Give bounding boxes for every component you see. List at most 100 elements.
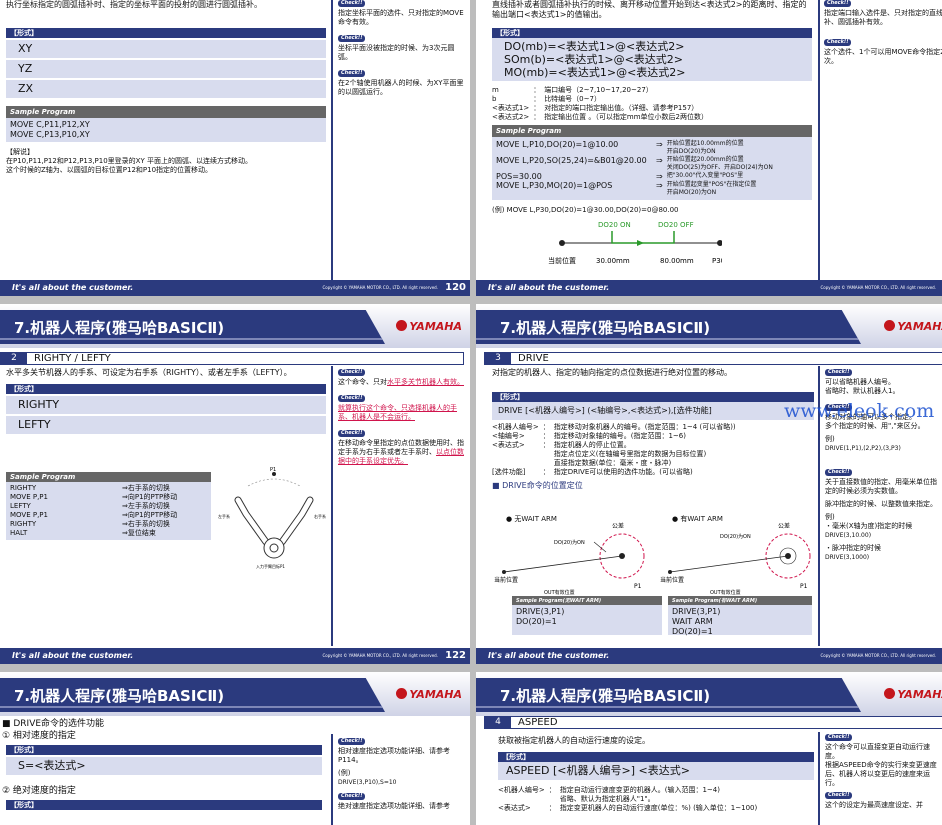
- absolute-speed-heading: ② 绝对速度的指定: [2, 786, 76, 796]
- explanation-line: 在P10,P11,P12和P12,P13,P10里登录的XY 平面上的圆弧、以连…: [6, 157, 252, 165]
- check-note: ・脉冲指定的时候: [825, 544, 881, 552]
- code-line: MOVE C,P13,P10,XY: [10, 130, 90, 139]
- param-name: <机器人编号>: [498, 786, 545, 794]
- end-point: [717, 240, 723, 246]
- page-title: 7.机器人程序(雅马哈BASICⅡ): [500, 319, 711, 337]
- check-badge: Check!!: [338, 70, 366, 77]
- param-name: [498, 795, 549, 804]
- check-note: 绝对速度指定选项功能详细、请参考: [338, 802, 450, 810]
- intro-text: 直线插补或者圆弧插补执行的时候、离开移动位置开始到达<表达式2>的距离时、指定的…: [492, 0, 807, 19]
- sample-program-box: DRIVE(3,P1) WAIT ARM DO(20)=1: [668, 605, 812, 636]
- page-title: 7.机器人程序(雅马哈BASICⅡ): [14, 687, 225, 705]
- check-note: 坐标平面没被指定的时候、为3次元圆弧。: [338, 44, 455, 61]
- parameter-table: <机器人编号>：指定自动运行速度变更的机器人。(输入范围：1~4) 省略、默认为…: [498, 786, 761, 813]
- out-valid-label: OUT有效位置: [544, 589, 575, 596]
- arrow-cell: ⇒: [122, 529, 128, 537]
- comment-cell: 开始位置起10.00mm的位置 开启DO(20)为ON: [667, 140, 777, 156]
- check-note: 这个命令、只对水平多关节机器人有效。: [338, 378, 466, 387]
- page-footer: It's all about the customer. Copyright ©…: [0, 280, 470, 296]
- param-row: <机器人编号>：指定自动运行速度变更的机器人。(输入范围：1~4): [498, 786, 761, 795]
- sample-row: MOVE P,P1 ⇒ 向P1的PTP移动: [10, 493, 177, 502]
- comment-cell: 复位结束: [127, 529, 156, 537]
- check-note: ・毫米(X轴为度)指定的时候: [825, 522, 913, 530]
- check-column: Check!! 这个命令、只对水平多关节机器人有效。 Check!! 就算执行这…: [338, 367, 466, 466]
- form-box: DRIVE [<机器人编号>] (<轴编号>,<表达式>),[选件功能]: [492, 402, 814, 420]
- param-sep: [543, 459, 554, 468]
- form-label: 【形式】: [6, 745, 322, 755]
- param-row: <机器人编号>：指定移动对象机器人的编号。(指定范围：1~4 (可以省略)): [492, 423, 740, 432]
- note-highlight: 水平多关节机器人有效。: [387, 378, 464, 386]
- param-name: <轴编号>: [492, 432, 525, 440]
- intro-text: 水平多关节机器人的手系、可设定为右手系（RIGHTY）、或者左手系（LEFTY）…: [6, 368, 292, 377]
- param-row: 直接指定数据(单位：毫米・度・脉冲): [492, 459, 740, 468]
- check-badge: Check!!: [338, 738, 366, 745]
- check-note: 关于直接数值的指定、用毫米单位指定的时候必须为实数值。: [825, 478, 937, 495]
- distance-a-label: 30.00mm: [596, 257, 630, 265]
- arrow-cell: ⇒: [656, 181, 663, 190]
- param-desc: 比特编号（0~7）: [544, 95, 601, 103]
- param-desc: 指定机器人的停止位置。: [553, 441, 631, 449]
- explanation: 【解说】 在P10,P11,P12和P12,P13,P10里登录的XY 平面上的…: [6, 148, 326, 175]
- sample-row: POS=30.00 ⇒ 把"30.00"代入变量"POS"里: [496, 172, 777, 181]
- form-box: DO(mb)=<表达式1>@<表达式2> SOm(b)=<表达式1>@<表达式2…: [492, 38, 812, 81]
- check-note: 这个选件、1个可以用MOVE命令指定2次。: [824, 48, 942, 65]
- param-sep: ：: [533, 113, 541, 121]
- scara-arm-diagram: P1 左手系 右手系 入力手臂目标P1: [218, 467, 326, 569]
- check-note: 在2个轴使用机器人的时候、为XY平面里的以圆弧运行。: [338, 79, 464, 96]
- param-row: 省略、默认为指定机器人"1"。: [498, 795, 761, 804]
- intro-text: 对指定的机器人、指定的轴向指定的点位数据进行绝对位置的移动。: [492, 368, 732, 377]
- right-arm-fill: [279, 497, 313, 545]
- check-note: 多个指定的时候、用","来区分。: [825, 422, 925, 430]
- target-label: P1: [270, 467, 276, 473]
- current-position-label: 当前位置: [494, 576, 518, 584]
- check-badge: Check!!: [338, 430, 366, 437]
- code-line: DO(20)=1: [516, 617, 557, 626]
- section-number: 4: [485, 717, 511, 728]
- sample-row: RIGHTY ⇒ 右手系的切换: [10, 520, 177, 529]
- footer-slogan: It's all about the customer.: [488, 651, 610, 660]
- check-badge: Check!!: [338, 369, 366, 376]
- section-title: RIGHTY / LEFTY: [34, 353, 111, 364]
- param-desc: 对指定的端口指定输出值。（详细、请参考P157）: [544, 104, 699, 112]
- check-note: 根据ASPEED命令的实行来变更速度后、机器人将以变更后的速度来运行。: [825, 761, 937, 787]
- check-badge: Check!!: [824, 0, 852, 7]
- param-row: <表达式> ：指定变更机器人的自动运行速度(单位：%) (输入单位：1~100): [498, 804, 761, 813]
- code-cell: RIGHTY: [10, 520, 37, 528]
- param-row: <表达式> ：指定机器人的停止位置。: [492, 441, 740, 450]
- param-sep: [549, 795, 560, 804]
- arrow-cell: ⇒: [122, 493, 128, 501]
- code-line: MOVE C,P11,P12,XY: [10, 120, 90, 129]
- form-line: DO(mb)=<表达式1>@<表达式2>: [504, 40, 685, 53]
- manual-page-122: 7.机器人程序(雅马哈BASICⅡ) YAMAHA 2 RIGHTY / LEF…: [0, 304, 470, 664]
- p1-label: P1: [634, 583, 642, 590]
- check-note: 这个的设定为最高速度设定、并: [825, 801, 923, 809]
- section-heading: 4 ASPEED: [484, 716, 942, 729]
- param-desc: 指定变更机器人的自动运行速度(单位：%) (输入单位：1~100): [559, 804, 758, 812]
- main-column: 获取被指定机器人的自动运行速度的设定。 【形式】 ASPEED [<机器人编号>…: [498, 736, 814, 813]
- parameter-table: <机器人编号>：指定移动对象机器人的编号。(指定范围：1~4 (可以省略)) <…: [492, 423, 740, 477]
- section-heading: 2 RIGHTY / LEFTY: [0, 352, 464, 365]
- logo-text: YAMAHA: [897, 688, 942, 701]
- current-position-label: 当前位置: [548, 256, 576, 265]
- left-hand-label: 左手系: [218, 513, 230, 519]
- param-sep: ：: [542, 441, 550, 449]
- form-row: XY: [6, 40, 326, 58]
- diagram-caption: 入力手臂目标P1: [256, 563, 285, 569]
- param-desc: 指定移动对象机器人的编号。(指定范围：1~4 (可以省略)): [553, 423, 736, 431]
- comment-cell: 左手系的切换: [127, 502, 170, 510]
- note-text: 这个命令、只对: [338, 378, 387, 386]
- param-name: <表达式2>: [492, 113, 530, 121]
- sample-program-box: DRIVE(3,P1) DO(20)=1: [512, 605, 662, 635]
- param-desc: 省略、默认为指定机器人"1"。: [559, 795, 655, 803]
- current-position-label: 当前位置: [660, 576, 684, 584]
- page-footer: It's all about the customer. Copyright ©…: [476, 648, 942, 664]
- sample-row: LEFTY ⇒ 左手系的切换: [10, 502, 177, 511]
- code-cell: POS=30.00: [496, 172, 542, 181]
- yamaha-logo: YAMAHA: [396, 320, 462, 333]
- page-title: 7.机器人程序(雅马哈BASICⅡ): [14, 319, 225, 337]
- param-name: [选件功能]: [492, 468, 526, 476]
- code-cell: MOVE L,P10,DO(20)=1@10.00: [496, 140, 619, 149]
- check-badge: Check!!: [825, 734, 853, 741]
- tolerance-label: 公差: [778, 522, 790, 530]
- form-box: S=<表达式>: [6, 757, 322, 775]
